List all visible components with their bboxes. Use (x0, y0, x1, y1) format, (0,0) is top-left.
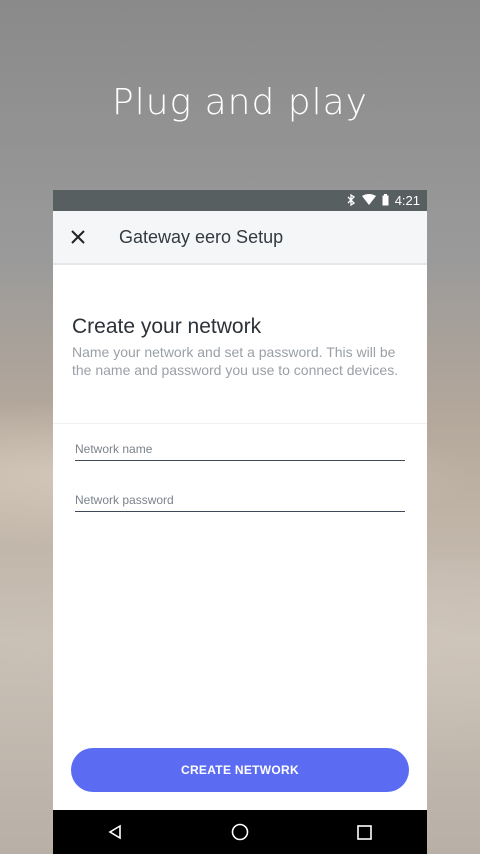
create-network-button[interactable]: CREATE NETWORK (71, 748, 409, 792)
back-icon (108, 824, 122, 840)
headline: Plug and play (112, 82, 368, 123)
app-bar: Gateway eero Setup (53, 211, 427, 265)
form-content: Create your network Name your network an… (53, 315, 427, 379)
close-icon (71, 230, 85, 244)
nav-bar (53, 810, 427, 854)
status-bar: 4:21 (53, 190, 427, 211)
phone-screen: 4:21 Gateway eero Setup Create your netw… (53, 190, 427, 854)
battery-icon (382, 193, 389, 208)
network-password-field (75, 491, 405, 512)
divider (53, 423, 427, 424)
bluetooth-icon (346, 193, 356, 208)
form-title: Create your network (72, 315, 262, 338)
recents-icon (357, 824, 372, 840)
page-title: Gateway eero Setup (119, 226, 284, 247)
status-time: 4:21 (394, 193, 420, 208)
home-button[interactable] (220, 812, 260, 852)
network-password-input[interactable] (75, 493, 405, 507)
back-button[interactable] (95, 812, 135, 852)
network-name-field (75, 440, 405, 461)
wifi-icon (361, 194, 376, 207)
form-description: Name your network and set a password. Th… (72, 344, 399, 378)
close-button[interactable] (53, 224, 103, 250)
home-icon (231, 823, 249, 841)
recents-button[interactable] (345, 812, 385, 852)
network-name-input[interactable] (75, 442, 405, 456)
